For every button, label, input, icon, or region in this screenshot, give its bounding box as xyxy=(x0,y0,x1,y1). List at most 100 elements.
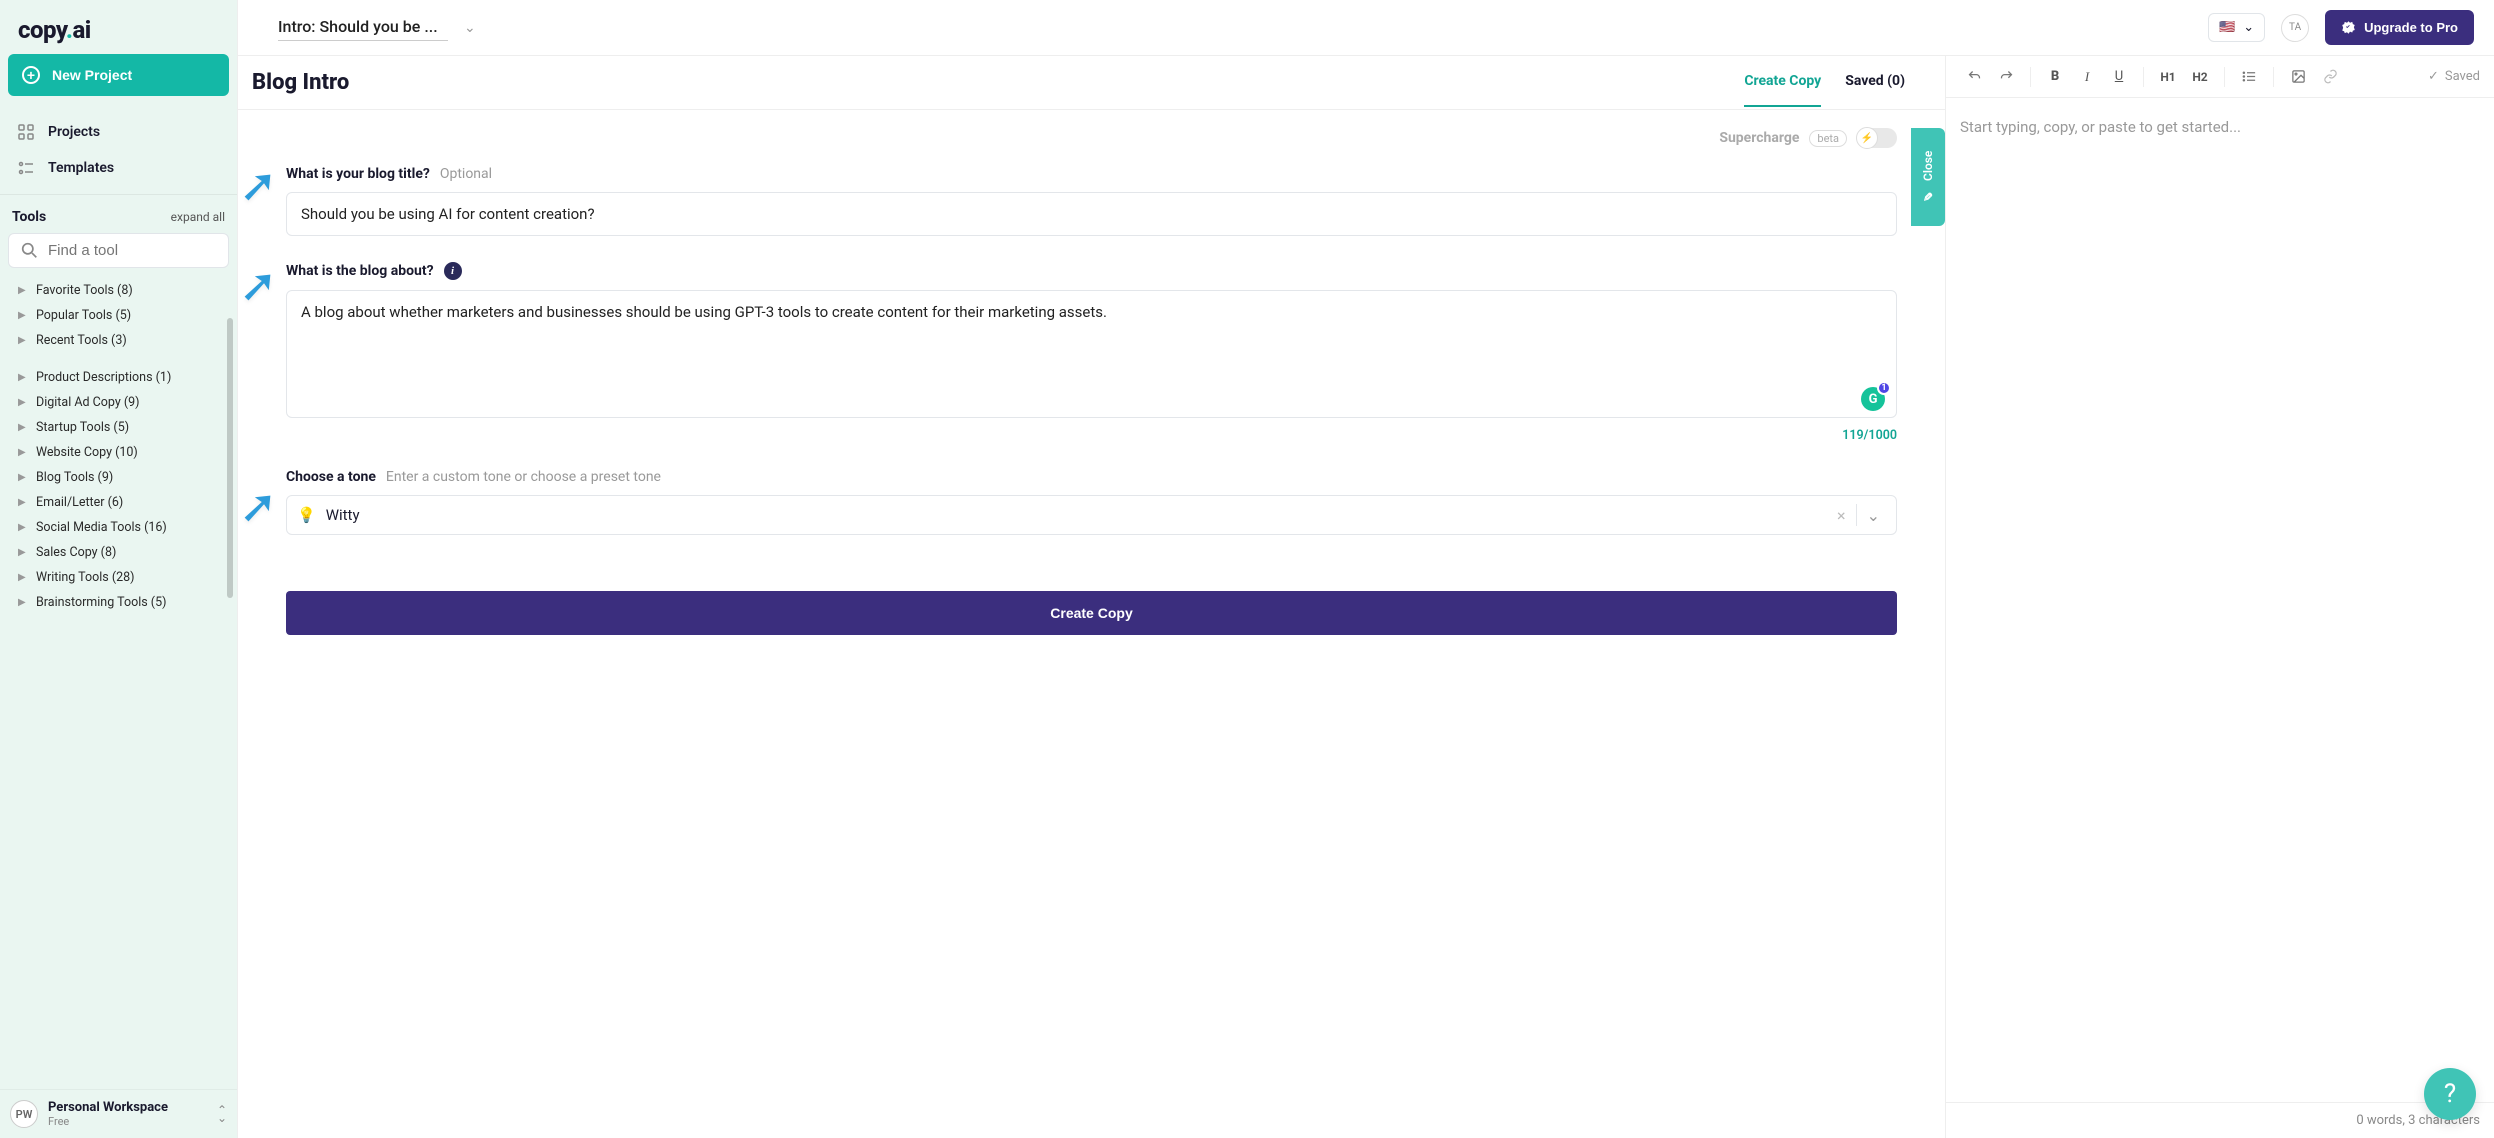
annotation-arrow: ➚ xyxy=(239,479,278,534)
main: Intro: Should you be ... ⌄ 🇺🇸 ⌄ TA Upgra… xyxy=(237,0,2494,1138)
underline-button[interactable]: U xyxy=(2105,63,2133,91)
nav-projects[interactable]: Projects xyxy=(0,114,237,150)
tool-category[interactable]: ▶Sales Copy (8) xyxy=(0,540,237,565)
editor-toolbar: B I U H1 H2 ✓ Saved xyxy=(1946,56,2494,98)
h1-button[interactable]: H1 xyxy=(2154,63,2182,91)
nav-projects-label: Projects xyxy=(48,124,100,140)
info-icon[interactable]: i xyxy=(444,262,462,280)
page-title: Blog Intro xyxy=(252,70,349,109)
badge-icon xyxy=(2341,20,2356,35)
nav-templates[interactable]: Templates xyxy=(0,150,237,186)
create-copy-button[interactable]: Create Copy xyxy=(286,591,1897,635)
caret-right-icon: ▶ xyxy=(18,547,26,558)
caret-right-icon: ▶ xyxy=(18,335,26,346)
bolt-icon: ⚡ xyxy=(1856,127,1878,149)
document-title[interactable]: Intro: Should you be ... xyxy=(278,15,448,41)
undo-button[interactable] xyxy=(1960,63,1988,91)
clear-tone-button[interactable]: × xyxy=(1827,506,1856,525)
tool-category[interactable]: ▶Popular Tools (5) xyxy=(0,303,237,328)
link-button[interactable] xyxy=(2316,63,2344,91)
nav-templates-label: Templates xyxy=(48,160,114,176)
tool-categories: ▶Favorite Tools (8) ▶Popular Tools (5) ▶… xyxy=(0,278,237,1138)
char-count: 119/1000 xyxy=(286,428,1897,443)
tab-saved[interactable]: Saved (0) xyxy=(1845,73,1905,107)
tool-category[interactable]: ▶Startup Tools (5) xyxy=(0,415,237,440)
workspace-name: Personal Workspace xyxy=(48,1100,207,1115)
avatar[interactable]: TA xyxy=(2281,14,2309,42)
caret-right-icon: ▶ xyxy=(18,372,26,383)
grammarly-badge: 1 xyxy=(1877,381,1891,395)
caret-right-icon: ▶ xyxy=(18,472,26,483)
editor-footer: 0 words, 3 characters xyxy=(1946,1102,2494,1138)
tools-header: Tools xyxy=(12,209,46,225)
search-icon xyxy=(21,242,38,259)
editor-panel: B I U H1 H2 ✓ Saved xyxy=(1946,56,2494,1138)
tone-select[interactable]: 💡 Witty × ⌄ xyxy=(286,495,1897,535)
tool-search[interactable] xyxy=(8,233,229,268)
help-button[interactable]: ? xyxy=(2424,1068,2476,1120)
tone-hint: Enter a custom tone or choose a preset t… xyxy=(386,469,661,485)
plus-icon: + xyxy=(22,66,40,84)
form-panel: Blog Intro Create Copy Saved (0) Superch… xyxy=(238,56,1946,1138)
h2-button[interactable]: H2 xyxy=(2186,63,2214,91)
upgrade-button[interactable]: Upgrade to Pro xyxy=(2325,10,2474,45)
logo-text: copy xyxy=(18,16,66,44)
caret-right-icon: ▶ xyxy=(18,572,26,583)
tool-category[interactable]: ▶Website Copy (10) xyxy=(0,440,237,465)
tool-category[interactable]: ▶Digital Ad Copy (9) xyxy=(0,390,237,415)
tone-value: Witty xyxy=(326,506,1827,524)
tool-search-input[interactable] xyxy=(48,242,216,259)
grammarly-icon[interactable]: G1 xyxy=(1861,387,1885,411)
field-label-tone: Choose a tone xyxy=(286,469,376,485)
logo: copy.ai xyxy=(0,0,237,54)
tool-category[interactable]: ▶Recent Tools (3) xyxy=(0,328,237,353)
field-label-title: What is your blog title? xyxy=(286,166,430,182)
saved-indicator: ✓ Saved xyxy=(2428,69,2480,84)
workspace-plan: Free xyxy=(48,1115,207,1128)
tool-category[interactable]: ▶Brainstorming Tools (5) xyxy=(0,590,237,615)
check-icon: ✓ xyxy=(2428,69,2439,84)
sidebar: copy.ai + New Project Projects Templates xyxy=(0,0,237,1138)
grid-icon xyxy=(18,124,34,140)
bulb-icon: 💡 xyxy=(297,506,316,524)
close-panel-button[interactable]: ✐ Close xyxy=(1911,128,1945,226)
flag-icon: 🇺🇸 xyxy=(2219,20,2235,35)
beta-badge: beta xyxy=(1809,130,1847,147)
caret-right-icon: ▶ xyxy=(18,497,26,508)
field-label-about: What is the blog about? xyxy=(286,263,434,279)
blog-title-input[interactable] xyxy=(286,192,1897,236)
tool-category[interactable]: ▶Blog Tools (9) xyxy=(0,465,237,490)
italic-button[interactable]: I xyxy=(2073,63,2101,91)
list-button[interactable] xyxy=(2235,63,2263,91)
expand-all-button[interactable]: expand all xyxy=(171,210,225,224)
workspace-switcher[interactable]: PW Personal Workspace Free ⌃⌄ xyxy=(0,1089,237,1138)
template-icon xyxy=(18,160,34,176)
workspace-badge: PW xyxy=(10,1100,38,1128)
tool-category[interactable]: ▶Product Descriptions (1) xyxy=(0,365,237,390)
chevron-down-icon[interactable]: ⌄ xyxy=(464,20,476,36)
redo-button[interactable] xyxy=(1992,63,2020,91)
image-button[interactable] xyxy=(2284,63,2312,91)
tool-category[interactable]: ▶Writing Tools (28) xyxy=(0,565,237,590)
caret-right-icon: ▶ xyxy=(18,522,26,533)
tool-category[interactable]: ▶Email/Letter (6) xyxy=(0,490,237,515)
bold-button[interactable]: B xyxy=(2041,63,2069,91)
supercharge-toggle[interactable]: ⚡ xyxy=(1857,128,1897,148)
tool-category[interactable]: ▶Social Media Tools (16) xyxy=(0,515,237,540)
chevron-updown-icon: ⌃⌄ xyxy=(217,1106,227,1122)
editor-body[interactable]: Start typing, copy, or paste to get star… xyxy=(1946,98,2494,1102)
tool-category[interactable]: ▶Favorite Tools (8) xyxy=(0,278,237,303)
topbar: Intro: Should you be ... ⌄ 🇺🇸 ⌄ TA Upgra… xyxy=(238,0,2494,56)
blog-about-textarea[interactable] xyxy=(286,290,1897,418)
language-selector[interactable]: 🇺🇸 ⌄ xyxy=(2208,13,2265,42)
tab-create-copy[interactable]: Create Copy xyxy=(1744,73,1821,107)
caret-right-icon: ▶ xyxy=(18,310,26,321)
eraser-icon: ✐ xyxy=(1921,189,1935,203)
caret-right-icon: ▶ xyxy=(18,285,26,296)
chevron-down-icon[interactable]: ⌄ xyxy=(1857,506,1886,525)
upgrade-label: Upgrade to Pro xyxy=(2364,20,2458,35)
scrollbar-thumb[interactable] xyxy=(227,318,233,598)
optional-label: Optional xyxy=(440,166,492,182)
new-project-button[interactable]: + New Project xyxy=(8,54,229,96)
new-project-label: New Project xyxy=(52,67,132,83)
